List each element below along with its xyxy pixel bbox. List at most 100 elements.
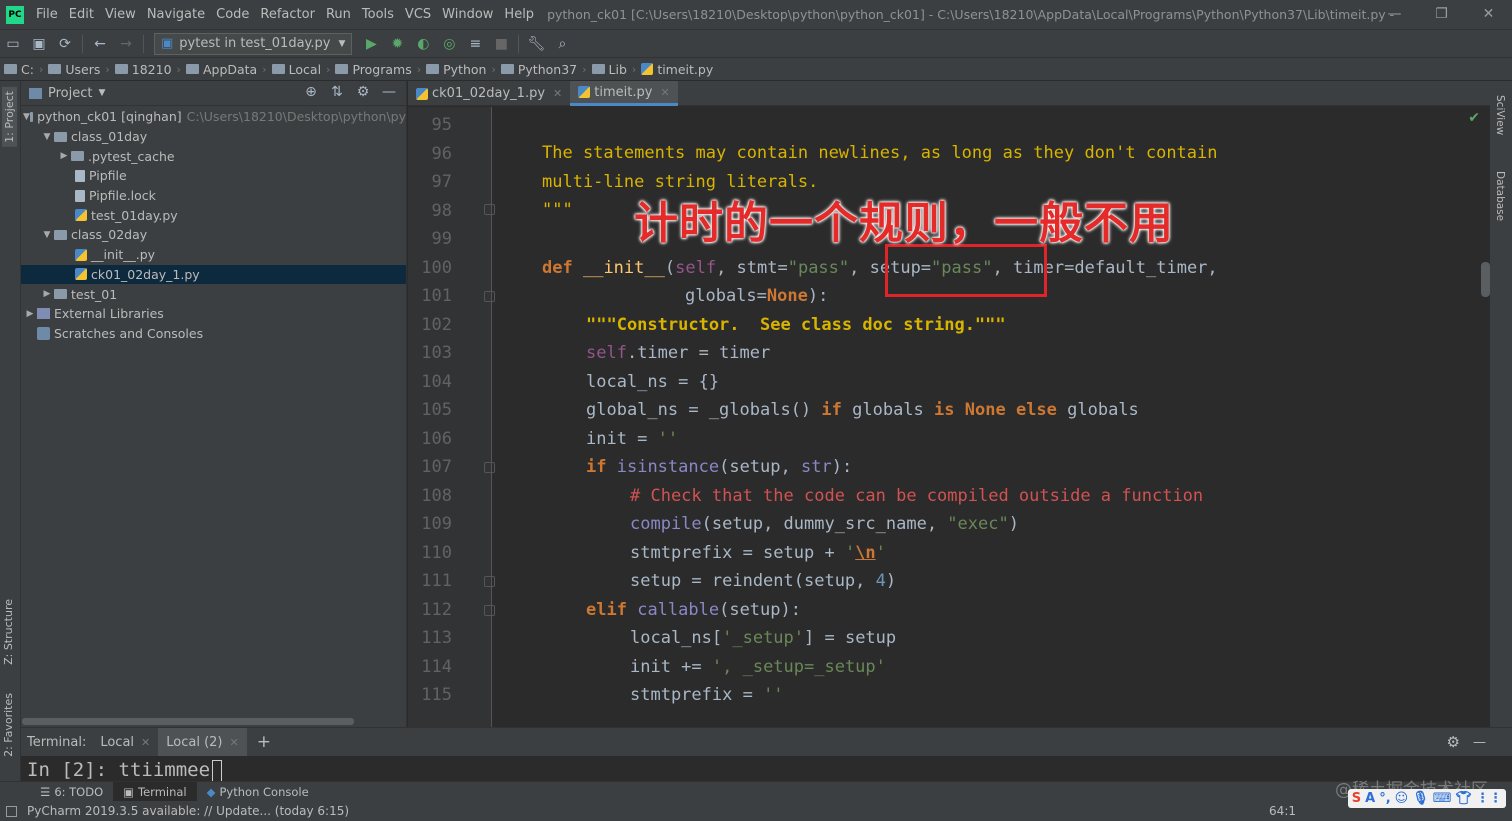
menu-window[interactable]: Window bbox=[436, 7, 498, 22]
breadcrumb-item[interactable]: Programs bbox=[331, 62, 415, 77]
settings-wrench-icon[interactable]: 🔧︎ bbox=[524, 33, 548, 55]
hide-icon[interactable]: — bbox=[1473, 735, 1486, 750]
breadcrumb-item[interactable]: 18210 bbox=[111, 62, 176, 77]
menu-code[interactable]: Code bbox=[210, 7, 254, 22]
close-tab-icon[interactable]: ✕ bbox=[660, 86, 669, 99]
project-view-select[interactable]: Project bbox=[48, 86, 92, 101]
collapse-all-icon[interactable]: ⇅ bbox=[324, 84, 350, 100]
tab-ck01-02day-1[interactable]: ck01_02day_1.py ✕ bbox=[408, 81, 570, 106]
expanded-arrow-icon[interactable]: ▼ bbox=[40, 230, 54, 240]
tree-item-folder[interactable]: ▶ .pytest_cache bbox=[21, 146, 406, 166]
close-tab-icon[interactable]: ✕ bbox=[553, 87, 562, 100]
breadcrumb-item[interactable]: Lib bbox=[588, 62, 631, 77]
sync-icon[interactable]: ⟳ bbox=[53, 33, 77, 55]
forward-icon[interactable]: → bbox=[114, 33, 138, 55]
run-config-select[interactable]: ▣ pytest in test_01day.py ▼ bbox=[154, 32, 353, 55]
horizontal-scrollbar[interactable] bbox=[22, 718, 354, 725]
python-console-tool-button[interactable]: ◆ Python Console bbox=[197, 782, 319, 802]
ime-punct-icon[interactable]: °, bbox=[1379, 791, 1390, 806]
tab-terminal-local-2[interactable]: Local (2) ✕ bbox=[158, 728, 247, 756]
project-tool-button[interactable]: 1: Project bbox=[2, 87, 17, 147]
menu-vcs[interactable]: VCS bbox=[399, 7, 436, 22]
tab-terminal-local[interactable]: Local ✕ bbox=[92, 728, 158, 756]
breadcrumb-item[interactable]: Local bbox=[268, 62, 325, 77]
sciview-tool-button[interactable]: SciView bbox=[1494, 95, 1506, 135]
fold-marker-icon[interactable] bbox=[484, 605, 495, 616]
favorites-tool-button[interactable]: 2: Favorites bbox=[2, 693, 15, 757]
save-icon[interactable]: ▣ bbox=[27, 33, 51, 55]
restore-icon[interactable]: ❐ bbox=[1418, 0, 1465, 29]
collapsed-arrow-icon[interactable]: ▶ bbox=[40, 289, 54, 299]
todo-tool-button[interactable]: ☰ 6: TODO bbox=[30, 782, 113, 802]
fold-marker-icon[interactable] bbox=[484, 204, 495, 215]
close-tab-icon[interactable]: ✕ bbox=[141, 736, 150, 749]
ime-skin-icon[interactable]: 👕︎ bbox=[1455, 791, 1472, 806]
expanded-arrow-icon[interactable]: ▼ bbox=[40, 132, 54, 142]
tree-item-libraries[interactable]: ▶ External Libraries bbox=[21, 304, 406, 324]
breadcrumb-item[interactable]: Python37 bbox=[497, 62, 581, 77]
tree-item-root[interactable]: ▼ python_ck01 [qinghan] C:\Users\18210\D… bbox=[21, 107, 406, 127]
coverage-icon[interactable]: ◐ bbox=[411, 33, 435, 55]
close-icon[interactable]: ✕ bbox=[1465, 0, 1512, 29]
profile-icon[interactable]: ◎ bbox=[437, 33, 461, 55]
search-icon[interactable]: ⌕ bbox=[550, 33, 574, 55]
tree-item-file-selected[interactable]: ck01_02day_1.py bbox=[21, 264, 406, 285]
ime-mic-icon[interactable]: 🎙︎ bbox=[1412, 791, 1429, 806]
collapsed-arrow-icon[interactable]: ▶ bbox=[23, 309, 37, 319]
fold-marker-icon[interactable] bbox=[484, 462, 495, 473]
structure-tool-button[interactable]: Z: Structure bbox=[2, 599, 15, 665]
breadcrumb-item[interactable]: Python bbox=[422, 62, 490, 77]
menu-run[interactable]: Run bbox=[320, 7, 356, 22]
tree-item-file[interactable]: Pipfile.lock bbox=[21, 186, 406, 206]
menu-view[interactable]: View bbox=[99, 7, 141, 22]
locate-icon[interactable]: ⊕ bbox=[298, 84, 324, 100]
back-icon[interactable]: ← bbox=[88, 33, 112, 55]
chevron-down-icon[interactable]: ▼ bbox=[98, 88, 105, 98]
code-editor[interactable]: 95 96 97 98 99 100 101 102 103 104 105 1… bbox=[408, 107, 1490, 727]
collapsed-arrow-icon[interactable]: ▶ bbox=[57, 151, 71, 161]
database-tool-button[interactable]: Database bbox=[1494, 171, 1506, 221]
terminal-tool-button[interactable]: ▣ Terminal bbox=[113, 781, 197, 802]
gear-icon[interactable]: ⚙ bbox=[1447, 733, 1460, 751]
tree-item-folder[interactable]: ▶ test_01 bbox=[21, 284, 406, 304]
gear-icon[interactable]: ⚙ bbox=[350, 84, 376, 100]
fold-marker-icon[interactable] bbox=[484, 576, 495, 587]
close-tab-icon[interactable]: ✕ bbox=[230, 736, 239, 749]
menu-navigate[interactable]: Navigate bbox=[141, 7, 210, 22]
tree-item-file[interactable]: test_01day.py bbox=[21, 205, 406, 225]
open-folder-icon[interactable]: ▭ bbox=[1, 33, 25, 55]
menu-file[interactable]: File bbox=[30, 7, 63, 22]
minimize-icon[interactable]: — bbox=[1371, 0, 1418, 29]
breadcrumb-item[interactable]: AppData bbox=[182, 62, 261, 77]
concurrency-icon[interactable]: ≡ bbox=[463, 33, 487, 55]
ime-menu-icon[interactable]: ⋮⋮ bbox=[1476, 791, 1502, 806]
vertical-scrollbar[interactable] bbox=[1481, 262, 1490, 297]
tree-item-scratches[interactable]: Scratches and Consoles bbox=[21, 324, 406, 344]
menu-help[interactable]: Help bbox=[498, 7, 539, 22]
debug-icon[interactable]: ✹ bbox=[385, 33, 409, 55]
menu-refactor[interactable]: Refactor bbox=[254, 7, 320, 22]
tree-item-folder[interactable]: ▼ class_02day bbox=[21, 225, 406, 245]
tree-item-file[interactable]: Pipfile bbox=[21, 166, 406, 186]
add-terminal-button[interactable]: + bbox=[257, 732, 271, 752]
menu-tools[interactable]: Tools bbox=[356, 7, 399, 22]
tree-item-folder[interactable]: ▼ class_01day bbox=[21, 127, 406, 147]
breadcrumb-item[interactable]: timeit.py bbox=[637, 62, 717, 77]
fold-marker-icon[interactable] bbox=[484, 291, 495, 302]
breadcrumb-item[interactable]: C: bbox=[0, 62, 38, 77]
status-icon[interactable] bbox=[6, 805, 17, 817]
ime-keyboard-icon[interactable]: ⌨ bbox=[1433, 791, 1452, 806]
stop-icon[interactable]: ■ bbox=[489, 33, 513, 55]
caret-position[interactable]: 64:1 bbox=[1269, 804, 1296, 818]
tab-timeit[interactable]: timeit.py ✕ bbox=[570, 81, 678, 106]
breadcrumb-item[interactable]: Users bbox=[44, 62, 104, 77]
expanded-arrow-icon[interactable]: ▼ bbox=[23, 112, 30, 122]
status-message[interactable]: PyCharm 2019.3.5 available: // Update...… bbox=[27, 804, 349, 818]
run-icon[interactable]: ▶ bbox=[359, 33, 383, 55]
tree-item-file[interactable]: __init__.py bbox=[21, 245, 406, 265]
ime-mode-icon[interactable]: A bbox=[1365, 791, 1375, 806]
ime-logo-icon[interactable]: S bbox=[1352, 791, 1361, 806]
ime-emoji-icon[interactable]: ☺ bbox=[1395, 791, 1409, 806]
menu-edit[interactable]: Edit bbox=[63, 7, 99, 22]
hide-icon[interactable]: — bbox=[376, 84, 402, 100]
